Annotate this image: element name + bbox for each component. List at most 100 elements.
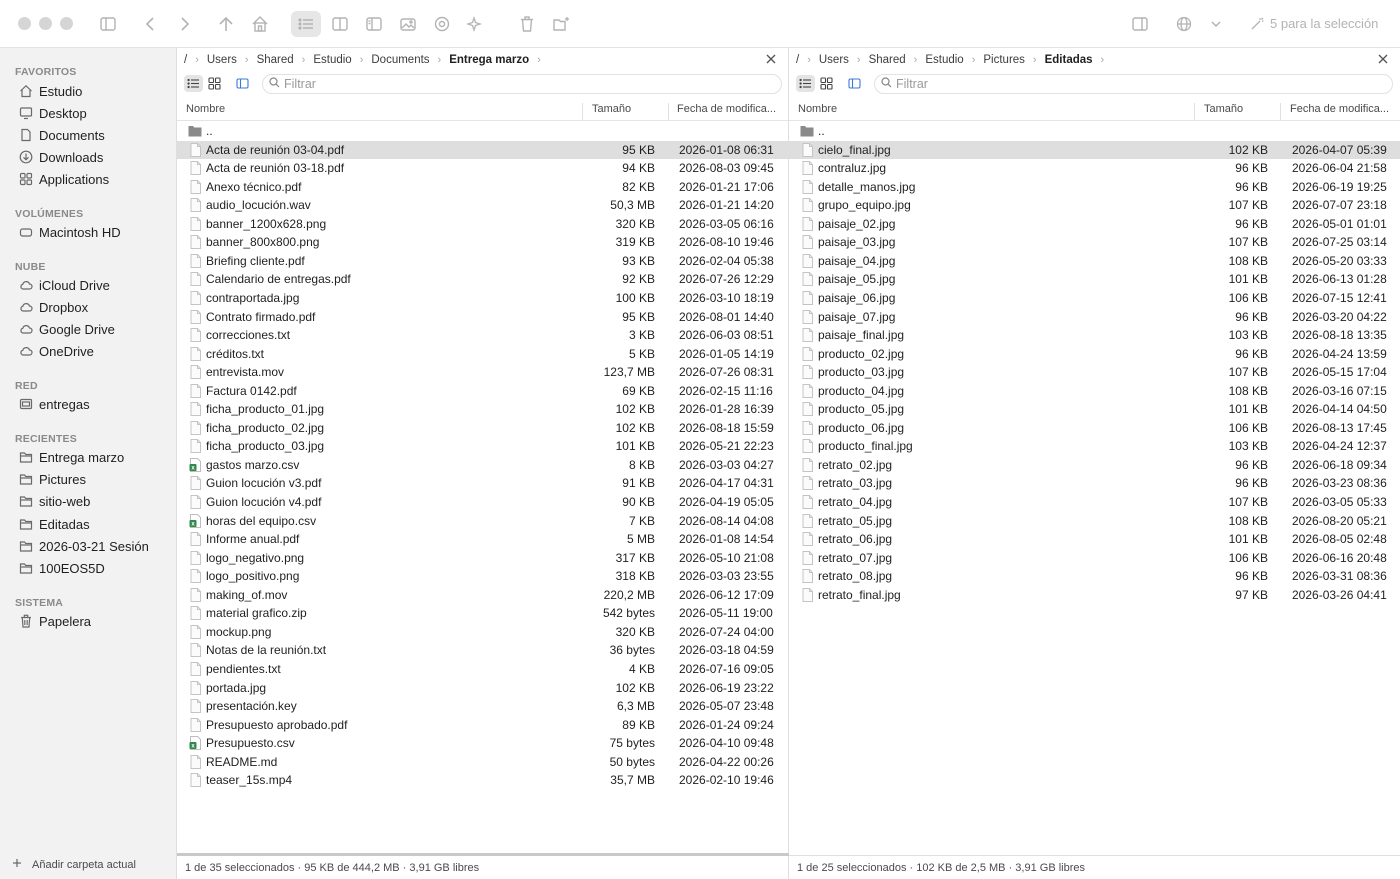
file-row[interactable]: Acta de reunión 03-04.pdf 95 KB 2026-01-08… [177, 140, 788, 160]
breadcrumb-item[interactable]: Pictures [983, 54, 1025, 66]
file-row[interactable]: producto_06.jpg 106 KB 2026-08-13 17:45 [789, 419, 1400, 438]
trash-icon[interactable] [515, 12, 539, 36]
sidebar-item-2026-03-21-sesi-n[interactable]: 2026-03-21 Sesión [18, 536, 149, 556]
file-row[interactable]: Briefing cliente.pdf 93 KB 2026-02-04 05:3… [177, 252, 788, 271]
file-row[interactable]: x horas del equipo.csv 7 KB 2026-08-14 04:0… [177, 512, 788, 531]
file-row[interactable]: README.md 50 bytes 2026-04-22 00:26 [177, 753, 788, 772]
file-row[interactable]: audio_locución.wav 50,3 MB 2026-01-21 14:2… [177, 196, 788, 215]
file-row[interactable]: ficha_producto_02.jpg 102 KB 2026-08-18 15… [177, 419, 788, 438]
breadcrumb-item[interactable]: Estudio [925, 54, 963, 66]
breadcrumb-item[interactable]: Documents [371, 54, 429, 66]
file-row[interactable]: grupo_equipo.jpg 107 KB 2026-07-07 23:18 [789, 196, 1400, 215]
sidebar-item-google-drive[interactable]: Google Drive [18, 319, 115, 339]
column-date-header[interactable]: Fecha de modifica... [1290, 103, 1389, 115]
file-row[interactable]: Contrato firmado.pdf 95 KB 2026-08-01 14:4… [177, 308, 788, 327]
sidebar-item-onedrive[interactable]: OneDrive [18, 341, 94, 361]
filter-field[interactable] [874, 74, 1393, 94]
zoom-window-button[interactable] [60, 17, 73, 30]
file-row[interactable]: Notas de la reunión.txt 36 bytes 2026-03-1… [177, 641, 788, 660]
breadcrumb-item[interactable]: Editadas [1045, 54, 1093, 66]
parent-directory-row[interactable]: .. [789, 122, 1400, 141]
sidebar-item-papelera[interactable]: Papelera [18, 611, 91, 631]
new-folder-icon[interactable] [549, 12, 573, 36]
file-row[interactable]: retrato_final.jpg 97 KB 2026-03-26 04:41 [789, 586, 1400, 605]
file-row[interactable]: Calendario de entregas.pdf 92 KB 2026-07-2… [177, 270, 788, 289]
list-view-icon[interactable] [291, 11, 321, 37]
file-row[interactable]: ficha_producto_01.jpg 102 KB 2026-01-28 16… [177, 400, 788, 419]
sidebar-item-macintosh-hd[interactable]: Macintosh HD [18, 222, 121, 242]
file-row[interactable]: producto_04.jpg 108 KB 2026-03-16 07:15 [789, 382, 1400, 401]
column-name-header[interactable]: Nombre [186, 103, 225, 115]
file-row[interactable]: retrato_02.jpg 96 KB 2026-06-18 09:34 [789, 456, 1400, 475]
file-row[interactable]: retrato_06.jpg 101 KB 2026-08-05 02:48 [789, 530, 1400, 549]
sidebar-item-downloads[interactable]: Downloads [18, 147, 103, 167]
chevron-down-icon[interactable] [1204, 12, 1228, 36]
sidebar-item-estudio[interactable]: Estudio [18, 81, 82, 101]
file-row[interactable]: contraportada.jpg 100 KB 2026-03-10 18:19 [177, 289, 788, 308]
sidebar-item-pictures[interactable]: Pictures [18, 469, 86, 489]
file-row[interactable]: x gastos marzo.csv 8 KB 2026-03-03 04:27 [177, 456, 788, 475]
file-row[interactable]: créditos.txt 5 KB 2026-01-05 14:19 [177, 345, 788, 364]
gallery-icon[interactable] [396, 12, 420, 36]
file-row[interactable]: retrato_05.jpg 108 KB 2026-08-20 05:21 [789, 512, 1400, 531]
file-row[interactable]: Informe anual.pdf 5 MB 2026-01-08 14:54 [177, 530, 788, 549]
file-row[interactable]: teaser_15s.mp4 35,7 MB 2026-02-10 19:46 [177, 771, 788, 790]
sidebar-item-documents[interactable]: Documents [18, 125, 105, 145]
sidebar-item-applications[interactable]: Applications [18, 169, 109, 189]
file-row[interactable]: retrato_03.jpg 96 KB 2026-03-23 08:36 [789, 474, 1400, 493]
column-size-header[interactable]: Tamaño [592, 103, 631, 115]
batch-action-button[interactable]: 5 para la selección [1250, 16, 1378, 31]
file-row[interactable]: contraluz.jpg 96 KB 2026-06-04 21:58 [789, 159, 1400, 178]
parent-directory-row[interactable]: .. [177, 122, 788, 141]
minimize-window-button[interactable] [39, 17, 52, 30]
breadcrumb-item[interactable]: / [796, 54, 799, 66]
file-row[interactable]: pendientes.txt 4 KB 2026-07-16 09:05 [177, 660, 788, 679]
file-row[interactable]: Acta de reunión 03-18.pdf 94 KB 2026-08-03… [177, 159, 788, 178]
list-view-icon[interactable] [184, 75, 203, 92]
file-row[interactable]: mockup.png 320 KB 2026-07-24 04:00 [177, 623, 788, 642]
breadcrumb-item[interactable]: / [184, 54, 187, 66]
file-row[interactable]: logo_negativo.png 317 KB 2026-05-10 21:08 [177, 549, 788, 568]
file-row[interactable]: banner_800x800.png 319 KB 2026-08-10 19:46 [177, 233, 788, 252]
column-divider[interactable] [1280, 103, 1281, 120]
file-row[interactable]: Factura 0142.pdf 69 KB 2026-02-15 11:16 [177, 382, 788, 401]
sidebar-item-editadas[interactable]: Editadas [18, 514, 90, 534]
column-divider[interactable] [1194, 103, 1195, 120]
file-row[interactable]: detalle_manos.jpg 96 KB 2026-06-19 19:25 [789, 178, 1400, 197]
close-pane-icon[interactable] [764, 52, 778, 66]
grid-view-icon[interactable] [205, 75, 224, 92]
file-row[interactable]: x Presupuesto.csv 75 bytes 2026-04-10 09:48 [177, 734, 788, 753]
column-date-header[interactable]: Fecha de modifica... [677, 103, 776, 115]
file-row[interactable]: producto_05.jpg 101 KB 2026-04-14 04:50 [789, 400, 1400, 419]
file-row[interactable]: entrevista.mov 123,7 MB 2026-07-26 08:31 [177, 363, 788, 382]
breadcrumb-item[interactable]: Shared [869, 54, 906, 66]
breadcrumb-item[interactable]: Entrega marzo [449, 54, 529, 66]
sidebar-item-icloud-drive[interactable]: iCloud Drive [18, 275, 110, 295]
breadcrumb-item[interactable]: Users [819, 54, 849, 66]
column-size-header[interactable]: Tamaño [1204, 103, 1243, 115]
list-view-icon[interactable] [796, 75, 815, 92]
sparkle-icon[interactable] [463, 12, 487, 36]
sidebar-panel-icon[interactable] [845, 75, 864, 92]
parent-folder-icon[interactable] [214, 12, 238, 36]
sidebar-item-dropbox[interactable]: Dropbox [18, 297, 88, 317]
file-row[interactable]: Guion locución v3.pdf 91 KB 2026-04-17 04:… [177, 474, 788, 493]
inspector-toggle-icon[interactable] [1128, 12, 1152, 36]
sidebar-item-100eos5d[interactable]: 100EOS5D [18, 558, 105, 578]
file-row[interactable]: material grafico.zip 542 bytes 2026-05-11 … [177, 604, 788, 623]
file-row[interactable]: banner_1200x628.png 320 KB 2026-03-05 06:1… [177, 215, 788, 234]
sidebar-panel-icon[interactable] [233, 75, 252, 92]
breadcrumb-item[interactable]: Users [207, 54, 237, 66]
file-row[interactable]: portada.jpg 102 KB 2026-06-19 23:22 [177, 679, 788, 698]
sidebar-item-entrega-marzo[interactable]: Entrega marzo [18, 447, 124, 467]
sidebar-item-sitio-web[interactable]: sitio-web [18, 491, 90, 511]
filter-input[interactable] [896, 77, 1382, 91]
home-icon[interactable] [248, 12, 272, 36]
file-row[interactable]: correcciones.txt 3 KB 2026-06-03 08:51 [177, 326, 788, 345]
sidebar-item-desktop[interactable]: Desktop [18, 103, 87, 123]
globe-icon[interactable] [1172, 12, 1196, 36]
file-row[interactable]: paisaje_final.jpg 103 KB 2026-08-18 13:35 [789, 326, 1400, 345]
file-row[interactable]: paisaje_05.jpg 101 KB 2026-06-13 01:28 [789, 270, 1400, 289]
file-row[interactable]: paisaje_04.jpg 108 KB 2026-05-20 03:33 [789, 252, 1400, 271]
file-row[interactable]: producto_final.jpg 103 KB 2026-04-24 12:37 [789, 437, 1400, 456]
